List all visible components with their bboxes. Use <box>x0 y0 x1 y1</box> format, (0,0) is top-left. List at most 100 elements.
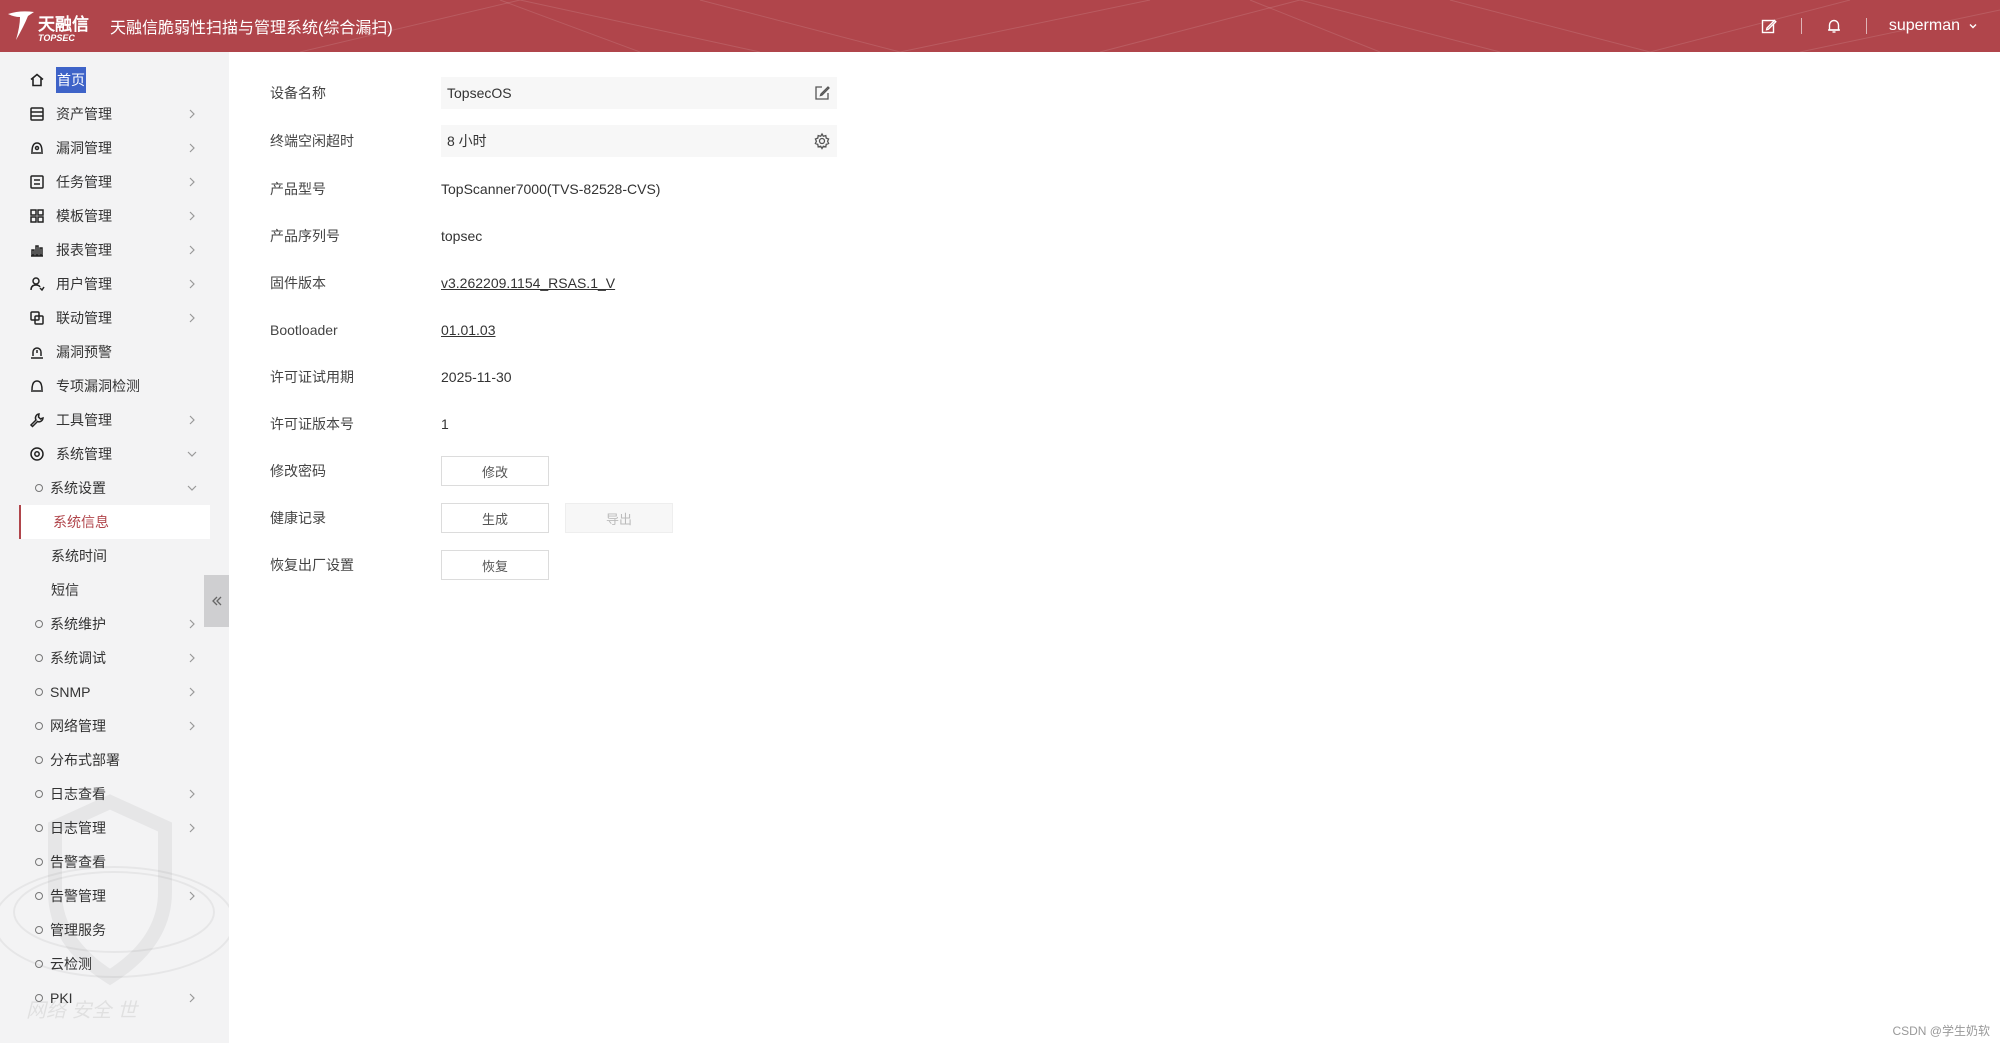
sidebar-item-templates[interactable]: 模板管理 <box>0 199 229 233</box>
sidebar-item-label: 系统时间 <box>51 548 107 564</box>
sidebar: 网络 安全 世 首页 资产管理 漏洞管理 任务管理 模板管理 报表管理 用户管理… <box>0 52 229 1043</box>
sidebar-item-label: 告警查看 <box>50 854 106 870</box>
sidebar-sub-alarm-view[interactable]: 告警查看 <box>0 845 229 879</box>
header-divider <box>1800 18 1802 34</box>
sidebar-item-home[interactable]: 首页 <box>0 63 229 97</box>
chevron-down-icon <box>1969 24 1977 29</box>
sidebar-sub-network[interactable]: 网络管理 <box>0 709 229 743</box>
topsec-logo: 天融信 TOPSEC <box>6 8 102 44</box>
user-menu[interactable]: superman <box>1889 17 1978 35</box>
svg-text:TOPSEC: TOPSEC <box>38 33 75 43</box>
sidebar-item-assets[interactable]: 资产管理 <box>0 97 229 131</box>
sidebar-sub-log-manage[interactable]: 日志管理 <box>0 811 229 845</box>
sidebar-item-label: 系统管理 <box>56 446 112 462</box>
chevron-right-icon <box>189 993 195 1003</box>
idle-timeout-value: 8 小时 <box>447 133 487 149</box>
detect-icon <box>31 380 43 392</box>
sidebar-sub-alarm-manage[interactable]: 告警管理 <box>0 879 229 913</box>
sidebar-collapse-button[interactable] <box>204 575 229 627</box>
change-password-label: 修改密码 <box>270 463 326 479</box>
bullet-icon <box>35 756 43 764</box>
sidebar-sub-system-settings[interactable]: 系统设置 <box>0 471 229 505</box>
sidebar-item-tools[interactable]: 工具管理 <box>0 403 229 437</box>
sidebar-item-linkage[interactable]: 联动管理 <box>0 301 229 335</box>
username: superman <box>1888 17 1960 34</box>
firmware-label: 固件版本 <box>270 275 326 291</box>
gear-icon[interactable] <box>813 132 831 150</box>
sidebar-item-vuln-alert[interactable]: 漏洞预警 <box>0 335 229 369</box>
chevron-right-icon <box>189 721 195 731</box>
sidebar-item-special-detect[interactable]: 专项漏洞检测 <box>0 369 229 403</box>
model-value: TopScanner7000(TVS-82528-CVS) <box>441 181 661 197</box>
bullet-icon <box>35 722 43 730</box>
chevron-right-icon <box>189 415 195 425</box>
sidebar-item-label: 联动管理 <box>56 310 112 326</box>
system-icon <box>30 447 44 461</box>
sidebar-item-label: PKI <box>50 990 73 1006</box>
license-version-value: 1 <box>441 416 449 432</box>
bell-icon[interactable] <box>1824 16 1844 36</box>
serial-value: topsec <box>441 228 483 244</box>
bullet-icon <box>35 994 43 1002</box>
sidebar-item-tasks[interactable]: 任务管理 <box>0 165 229 199</box>
system-title: 天融信脆弱性扫描与管理系统(综合漏扫) <box>110 20 393 37</box>
sidebar-item-label: 漏洞预警 <box>56 344 112 360</box>
sidebar-sub-sms[interactable]: 短信 <box>0 573 229 607</box>
sidebar-sub-maintenance[interactable]: 系统维护 <box>0 607 229 641</box>
chevron-right-icon <box>189 687 195 697</box>
bootloader-link[interactable]: 01.01.03 <box>441 322 496 338</box>
sidebar-sub-debug[interactable]: 系统调试 <box>0 641 229 675</box>
sidebar-sub-system-info[interactable]: 系统信息 <box>19 505 210 539</box>
bootloader-label: Bootloader <box>270 322 338 338</box>
tool-icon <box>29 413 44 428</box>
sidebar-item-label: 日志管理 <box>50 820 106 836</box>
health-record-label: 健康记录 <box>270 510 326 526</box>
bullet-icon <box>35 892 43 900</box>
restore-button[interactable]: 恢复 <box>441 550 549 580</box>
bullet-icon <box>35 858 43 866</box>
sidebar-sub-log-view[interactable]: 日志查看 <box>0 777 229 811</box>
top-header: 天融信 TOPSEC 天融信脆弱性扫描与管理系统(综合漏扫) superman <box>0 0 2000 52</box>
report-icon <box>31 245 43 257</box>
sidebar-sub-cloud-detect[interactable]: 云检测 <box>0 947 229 981</box>
edit-note-icon[interactable] <box>1759 16 1779 36</box>
vulnerability-icon <box>31 142 43 154</box>
sidebar-item-label: 工具管理 <box>56 412 112 428</box>
sidebar-item-label: 报表管理 <box>56 242 112 258</box>
license-version-label: 许可证版本号 <box>270 416 354 432</box>
sidebar-item-label: 系统信息 <box>53 514 109 530</box>
bullet-icon <box>35 484 43 492</box>
sidebar-item-label: 告警管理 <box>50 888 106 904</box>
license-expiry-value: 2025-11-30 <box>441 369 512 385</box>
change-password-button[interactable]: 修改 <box>441 456 549 486</box>
bullet-icon <box>35 926 43 934</box>
sidebar-item-vulnerabilities[interactable]: 漏洞管理 <box>0 131 229 165</box>
generate-button[interactable]: 生成 <box>441 503 549 533</box>
export-button[interactable]: 导出 <box>565 503 673 533</box>
idle-timeout-label: 终端空闲超时 <box>270 133 354 149</box>
sidebar-item-label: 短信 <box>51 582 79 598</box>
asset-icon <box>30 107 44 121</box>
sidebar-item-reports[interactable]: 报表管理 <box>0 233 229 267</box>
sidebar-sub-snmp[interactable]: SNMP <box>0 675 229 709</box>
bullet-icon <box>35 620 43 628</box>
sidebar-sub-distributed[interactable]: 分布式部署 <box>0 743 229 777</box>
idle-timeout-field: 8 小时 <box>441 125 837 157</box>
sidebar-item-label: 任务管理 <box>56 174 112 190</box>
chevron-right-icon <box>189 789 195 799</box>
svg-text:天融信: 天融信 <box>38 14 89 34</box>
chevron-right-icon <box>189 823 195 833</box>
sidebar-sub-pki[interactable]: PKI <box>0 981 229 1015</box>
sidebar-sub-system-time[interactable]: 系统时间 <box>0 539 229 573</box>
sidebar-item-label: 漏洞管理 <box>56 140 112 156</box>
sidebar-item-label: 管理服务 <box>50 922 106 938</box>
footer-watermark: CSDN @学生奶软 <box>1892 1024 1990 1038</box>
alert-icon <box>31 347 43 359</box>
sidebar-item-label: 云检测 <box>50 956 92 972</box>
sidebar-sub-mgmt-service[interactable]: 管理服务 <box>0 913 229 947</box>
bullet-icon <box>35 790 43 798</box>
sidebar-item-system[interactable]: 系统管理 <box>0 437 229 471</box>
firmware-link[interactable]: v3.262209.1154_RSAS.1_V <box>441 275 615 291</box>
sidebar-item-users[interactable]: 用户管理 <box>0 267 229 301</box>
edit-icon[interactable] <box>813 84 831 102</box>
